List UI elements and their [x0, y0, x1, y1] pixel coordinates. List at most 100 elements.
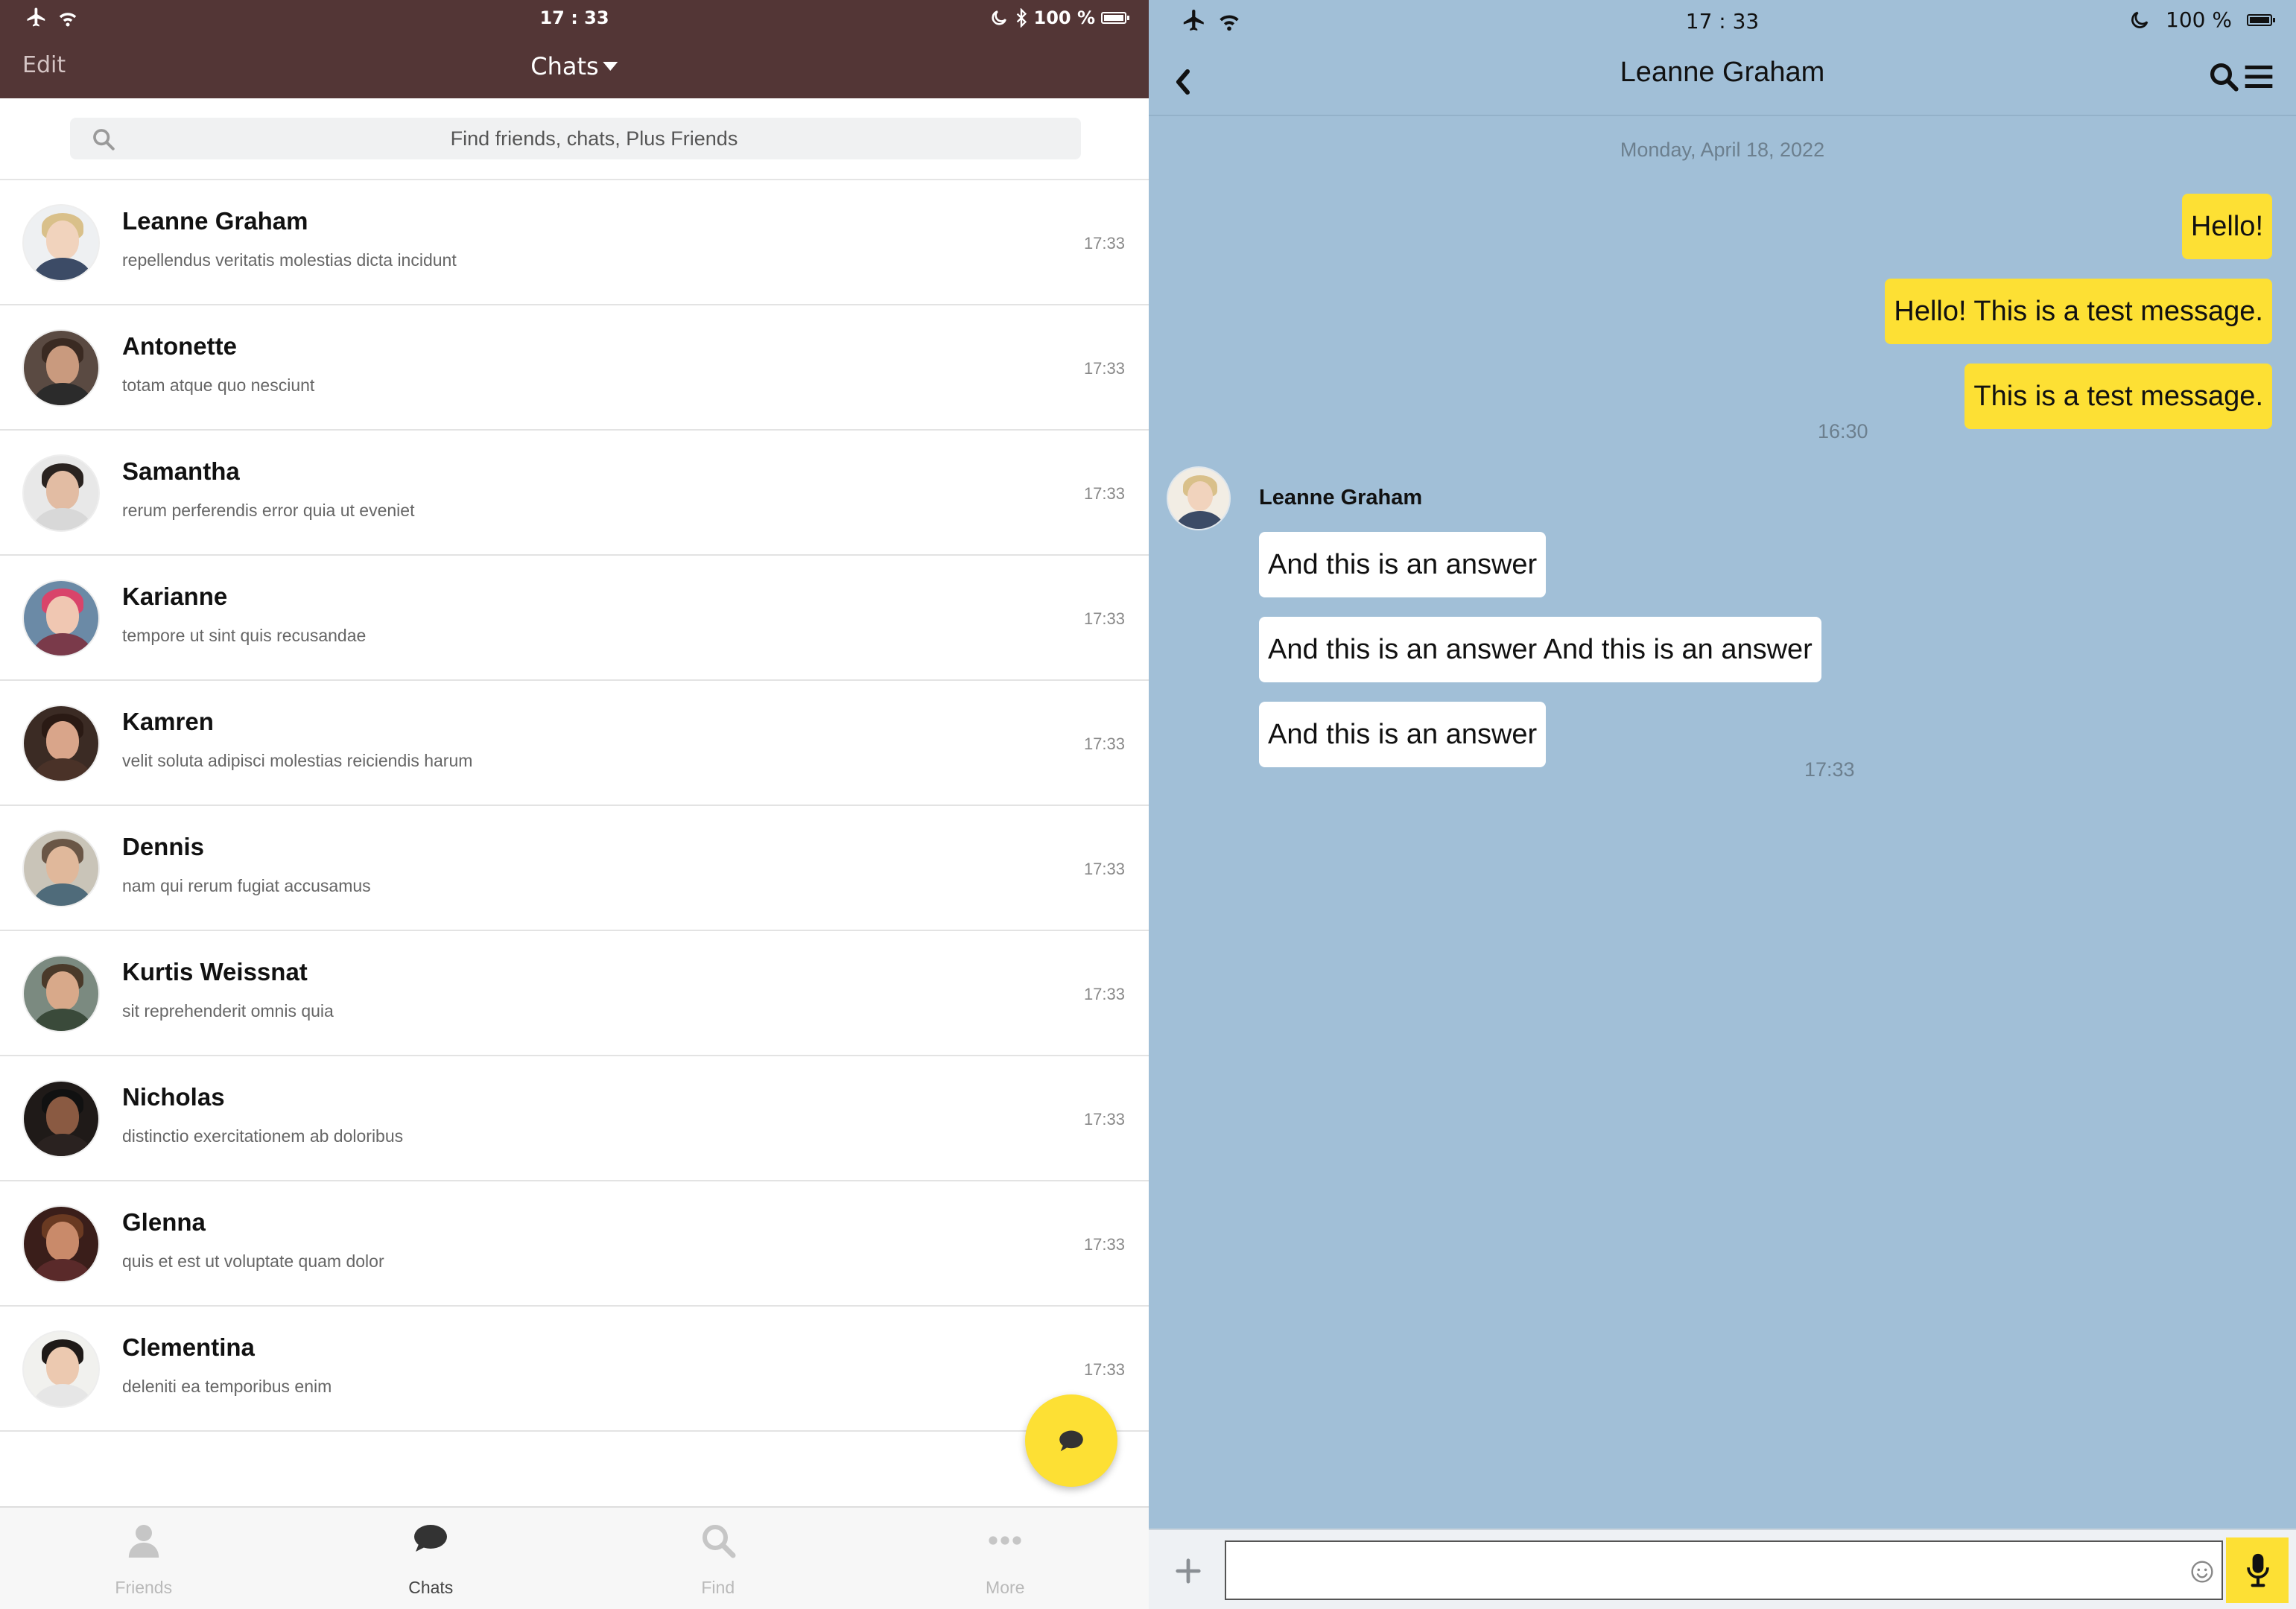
incoming-message[interactable]: And this is an answer And this is an ans… — [1259, 617, 1821, 682]
chat-preview: nam qui rerum fugiat accusamus — [122, 876, 371, 895]
chat-preview: deleniti ea temporibus enim — [122, 1377, 332, 1396]
airplane-icon — [27, 7, 45, 27]
tab-bar: Friends Chats Find More — [0, 1506, 1149, 1609]
chat-time: 17:33 — [1083, 359, 1125, 378]
avatar — [22, 329, 100, 407]
avatar — [22, 1205, 100, 1283]
chat-time: 17:33 — [1083, 1110, 1125, 1129]
avatar[interactable] — [1167, 466, 1231, 530]
chat-name: Antonette — [122, 332, 237, 360]
chats-title-dropdown[interactable]: Chats — [530, 52, 618, 80]
chat-time: 17:33 — [1083, 609, 1125, 628]
chat-item-antonette[interactable]: Antonette totam atque quo nesciunt 17:33 — [0, 305, 1149, 431]
chat-item-nicholas[interactable]: Nicholas distinctio exercitationem ab do… — [0, 1056, 1149, 1181]
sender-name: Leanne Graham — [1259, 486, 1423, 510]
emoji-icon[interactable] — [2190, 1560, 2214, 1584]
tab-label: More — [986, 1578, 1025, 1597]
search-icon — [702, 1525, 736, 1558]
chat-preview: sit reprehenderit omnis quia — [122, 1001, 334, 1021]
chat-time: 17:33 — [1083, 734, 1125, 753]
search-input[interactable] — [122, 118, 1066, 159]
chat-list: Leanne Graham repellendus veritatis mole… — [0, 180, 1149, 1432]
chat-name: Nicholas — [122, 1083, 225, 1111]
status-indicators: 100 % — [989, 7, 1129, 28]
battery-icon — [2247, 13, 2275, 26]
moon-icon — [991, 10, 1006, 25]
chat-item-glenna[interactable]: Glenna quis et est ut voluptate quam dol… — [0, 1181, 1149, 1307]
search-box — [70, 118, 1081, 159]
page-title: Chats — [530, 52, 599, 80]
microphone-icon — [2247, 1553, 2269, 1587]
chat-preview: repellendus veritatis molestias dicta in… — [122, 250, 457, 270]
status-time: 17 : 33 — [1685, 9, 1760, 34]
bluetooth-icon — [1016, 8, 1027, 28]
avatar — [22, 204, 100, 282]
caret-down-icon — [603, 62, 618, 71]
chat-time: 17:33 — [1083, 234, 1125, 253]
chat-item-samantha[interactable]: Samantha rerum perferendis error quia ut… — [0, 431, 1149, 556]
message-input[interactable] — [1225, 1540, 2223, 1600]
conversation-pane: 17 : 33 100 % Leanne Graham Monday, Apri… — [1149, 0, 2296, 1609]
chat-preview: quis et est ut voluptate quam dolor — [122, 1251, 384, 1271]
chat-name: Kurtis Weissnat — [122, 958, 308, 986]
chat-bubble-icon — [1059, 1430, 1083, 1452]
tab-label: Find — [701, 1578, 735, 1597]
avatar — [22, 955, 100, 1032]
voice-message-button[interactable] — [2226, 1537, 2289, 1603]
chat-item-kamren[interactable]: Kamren velit soluta adipisci molestias r… — [0, 681, 1149, 806]
outgoing-message[interactable]: Hello! — [2181, 194, 2272, 259]
avatar — [22, 580, 100, 657]
tab-chats[interactable]: Chats — [288, 1508, 575, 1609]
chat-name: Karianne — [122, 583, 228, 610]
chat-preview: distinctio exercitationem ab doloribus — [122, 1126, 404, 1146]
hamburger-menu-icon[interactable] — [2244, 63, 2274, 91]
status-connectivity — [24, 6, 80, 33]
avatar — [22, 1080, 100, 1158]
chat-time: 17:33 — [1083, 860, 1125, 878]
new-chat-button[interactable] — [1025, 1394, 1117, 1487]
chat-list-header: Edit Chats — [0, 37, 1149, 98]
chat-name: Dennis — [122, 833, 205, 860]
outgoing-message[interactable]: Hello! This is a test message. — [1885, 279, 2272, 344]
incoming-message[interactable]: And this is an answer — [1259, 532, 1547, 597]
battery-percentage: 100 % — [2166, 7, 2232, 32]
message-composer — [1149, 1529, 2296, 1609]
chat-item-kurtis-weissnat[interactable]: Kurtis Weissnat sit reprehenderit omnis … — [0, 931, 1149, 1056]
avatar — [22, 830, 100, 907]
chat-list-pane: 17 : 33 100 % Edit Chats Leanne Gr — [0, 0, 1149, 1609]
person-icon — [128, 1525, 159, 1558]
battery-icon — [1101, 12, 1129, 24]
status-bar: 17 : 33 100 % — [1149, 0, 2296, 42]
status-bar: 17 : 33 100 % — [0, 0, 1149, 37]
tab-more[interactable]: More — [862, 1508, 1149, 1609]
search-icon — [93, 129, 115, 150]
chat-preview: velit soluta adipisci molestias reiciend… — [122, 751, 473, 770]
airplane-icon — [1183, 9, 1204, 31]
avatar — [22, 454, 100, 532]
tab-find[interactable]: Find — [574, 1508, 862, 1609]
outgoing-message[interactable]: This is a test message. — [1964, 364, 2272, 429]
chat-item-dennis[interactable]: Dennis nam qui rerum fugiat accusamus 17… — [0, 806, 1149, 931]
plus-icon[interactable] — [1174, 1557, 1202, 1585]
wifi-icon — [1220, 15, 1239, 31]
message-time: 17:33 — [1804, 758, 1855, 781]
chat-item-karianne[interactable]: Karianne tempore ut sint quis recusandae… — [0, 556, 1149, 681]
conversation-header: Leanne Graham — [1149, 42, 2296, 116]
chat-name: Kamren — [122, 708, 214, 735]
search-icon[interactable] — [2208, 61, 2239, 92]
status-indicators: 100 % — [2128, 7, 2275, 32]
wifi-icon — [59, 13, 76, 27]
date-separator: Monday, April 18, 2022 — [1620, 139, 1825, 161]
tab-friends[interactable]: Friends — [0, 1508, 288, 1609]
chat-item-leanne-graham[interactable]: Leanne Graham repellendus veritatis mole… — [0, 180, 1149, 305]
tab-label: Friends — [115, 1578, 173, 1597]
more-dots-icon — [989, 1536, 1021, 1545]
edit-button[interactable]: Edit — [22, 52, 66, 78]
avatar — [22, 705, 100, 782]
chat-name: Samantha — [122, 457, 240, 485]
chat-time: 17:33 — [1083, 1360, 1125, 1379]
chat-time: 17:33 — [1083, 484, 1125, 503]
battery-percentage: 100 % — [1033, 7, 1096, 28]
incoming-message[interactable]: And this is an answer — [1259, 702, 1547, 767]
chat-item-clementina[interactable]: Clementina deleniti ea temporibus enim 1… — [0, 1307, 1149, 1432]
